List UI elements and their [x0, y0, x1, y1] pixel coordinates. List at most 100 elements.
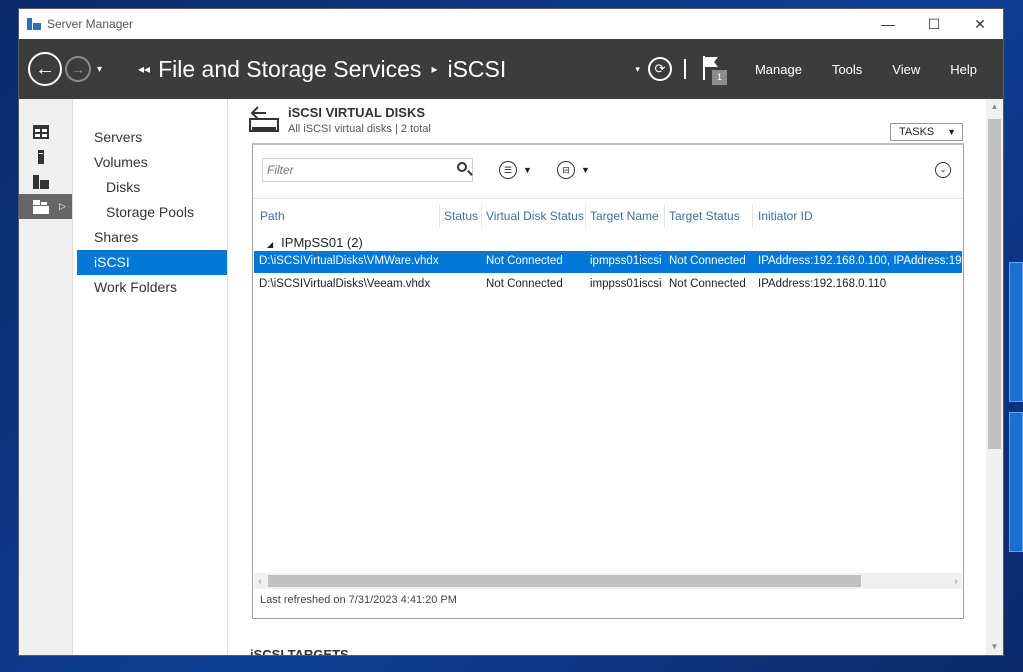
- header-actions: ▾ ⟳ 1 Manage Tools View Help: [635, 39, 1003, 99]
- table-row[interactable]: D:\iSCSIVirtualDisks\Veeam.vhdx Not Conn…: [254, 274, 962, 296]
- scrollbar-thumb[interactable]: [988, 119, 1001, 449]
- scroll-left-icon[interactable]: ‹: [254, 573, 266, 589]
- cell-target-name: imppss01iscsi: [590, 278, 662, 290]
- section-subtitle: All iSCSI virtual disks | 2 total: [288, 123, 431, 135]
- close-button[interactable]: ✕: [957, 9, 1003, 39]
- breadcrumb-separator-icon: ▸: [431, 62, 438, 76]
- save-query-icon: ⊟: [557, 161, 575, 179]
- column-headers: Path Status Virtual Disk Status Target N…: [253, 205, 963, 227]
- dashboard-icon: [33, 124, 49, 139]
- group-label: IPMpSS01 (2): [281, 235, 363, 250]
- table-row[interactable]: D:\iSCSIVirtualDisks\VMWare.vhdx Not Con…: [254, 251, 962, 273]
- list-options-icon: ☰: [499, 161, 517, 179]
- sidebar-item-all-servers[interactable]: [19, 169, 72, 194]
- nav-item-storage-pools[interactable]: Storage Pools: [77, 200, 227, 225]
- group-header[interactable]: ◢ IPMpSS01 (2): [267, 235, 363, 250]
- section-header: iSCSI VIRTUAL DISKS All iSCSI virtual di…: [248, 105, 431, 137]
- iscsi-disk-icon: [248, 105, 280, 137]
- cell-initiator-id: IPAddress:192.168.0.110: [758, 278, 887, 290]
- chevron-down-icon: ▼: [523, 165, 532, 175]
- forward-button[interactable]: →: [65, 56, 91, 82]
- section-title: iSCSI VIRTUAL DISKS: [288, 105, 426, 120]
- server-manager-app-icon: [27, 18, 41, 30]
- server-manager-window: Server Manager — ☐ ✕ ← → ▾ ◂◂ File and S…: [18, 8, 1004, 656]
- content-pane: iSCSI VIRTUAL DISKS All iSCSI virtual di…: [228, 99, 1003, 655]
- menu-tools[interactable]: Tools: [817, 62, 877, 77]
- scroll-down-icon[interactable]: ▼: [986, 639, 1003, 655]
- nav-item-iscsi[interactable]: iSCSI: [77, 250, 227, 275]
- breadcrumb-overflow-icon[interactable]: ◂◂: [138, 62, 150, 76]
- collapse-expand-icon[interactable]: ⌄: [935, 162, 951, 178]
- file-storage-nav: Servers Volumes Disks Storage Pools Shar…: [73, 99, 228, 655]
- last-refreshed-text: Last refreshed on 7/31/2023 4:41:20 PM: [260, 594, 457, 606]
- desktop-background-tile: [1009, 262, 1023, 402]
- back-button[interactable]: ←: [28, 52, 62, 86]
- sidebar-item-file-storage[interactable]: ▷: [19, 194, 72, 219]
- column-header-status[interactable]: Status: [444, 209, 478, 223]
- title-bar: Server Manager — ☐ ✕: [19, 9, 1003, 39]
- tasks-label: TASKS: [899, 126, 935, 138]
- column-header-target-status[interactable]: Target Status: [669, 209, 740, 223]
- notification-count-badge: 1: [711, 70, 727, 85]
- cell-target-name: ipmpss01iscsi: [590, 255, 662, 267]
- minimize-button[interactable]: —: [865, 9, 911, 39]
- column-divider: [664, 205, 665, 227]
- column-divider: [752, 205, 753, 227]
- cell-vdisk-status: Not Connected: [486, 278, 563, 290]
- refresh-dropdown-icon[interactable]: ▾: [635, 64, 640, 75]
- filter-toolbar: Filter ☰ ▼ ⊟ ▼ ⌄: [253, 145, 963, 199]
- maximize-button[interactable]: ☐: [911, 9, 957, 39]
- nav-item-shares[interactable]: Shares: [77, 225, 227, 250]
- column-header-target-name[interactable]: Target Name: [590, 209, 659, 223]
- menu-manage[interactable]: Manage: [740, 62, 817, 77]
- header-bar: ← → ▾ ◂◂ File and Storage Services ▸ iSC…: [19, 39, 1003, 99]
- notifications-flag-icon[interactable]: 1: [700, 54, 727, 85]
- sidebar-item-dashboard[interactable]: [19, 119, 72, 144]
- breadcrumb-iscsi[interactable]: iSCSI: [447, 56, 506, 83]
- targets-section-title: iSCSI TARGETS: [250, 647, 349, 656]
- vertical-scrollbar[interactable]: ▲ ▼: [986, 99, 1003, 655]
- cell-path: D:\iSCSIVirtualDisks\VMWare.vhdx: [259, 255, 439, 267]
- column-divider: [481, 205, 482, 227]
- scroll-up-icon[interactable]: ▲: [986, 99, 1003, 115]
- cell-target-status: Not Connected: [669, 278, 746, 290]
- local-server-icon: [33, 149, 49, 164]
- cell-target-status: Not Connected: [669, 255, 746, 267]
- column-header-initiator-id[interactable]: Initiator ID: [758, 209, 813, 223]
- menu-view[interactable]: View: [877, 62, 935, 77]
- scrollbar-thumb[interactable]: [268, 575, 861, 587]
- menu-help[interactable]: Help: [935, 62, 1003, 77]
- expand-arrow-icon: ▷: [59, 201, 66, 211]
- filter-input[interactable]: Filter: [262, 158, 473, 182]
- tasks-dropdown[interactable]: TASKS ▼: [890, 123, 963, 141]
- nav-item-work-folders[interactable]: Work Folders: [77, 275, 227, 300]
- nav-item-servers[interactable]: Servers: [77, 125, 227, 150]
- chevron-down-icon: ▼: [947, 127, 956, 137]
- virtual-disks-panel: Filter ☰ ▼ ⊟ ▼ ⌄ Path Status Virtual Dis…: [252, 143, 964, 619]
- column-header-path[interactable]: Path: [260, 209, 285, 223]
- nav-item-volumes[interactable]: Volumes: [77, 150, 227, 175]
- window-title: Server Manager: [47, 17, 134, 31]
- refresh-icon[interactable]: ⟳: [647, 57, 672, 81]
- nav-item-disks[interactable]: Disks: [77, 175, 227, 200]
- breadcrumb-file-storage[interactable]: File and Storage Services: [158, 56, 421, 83]
- search-icon[interactable]: [457, 162, 467, 172]
- cell-initiator-id: IPAddress:192.168.0.100, IPAddress:192.1: [758, 255, 962, 267]
- scroll-right-icon[interactable]: ›: [950, 573, 962, 589]
- cell-path: D:\iSCSIVirtualDisks\Veeam.vhdx: [259, 278, 431, 290]
- column-header-vdisk-status[interactable]: Virtual Disk Status: [486, 209, 584, 223]
- query-options-button[interactable]: ☰ ▼: [499, 161, 532, 179]
- breadcrumb: ◂◂ File and Storage Services ▸ iSCSI: [138, 56, 506, 83]
- main-body: ▷ Servers Volumes Disks Storage Pools Sh…: [19, 99, 1003, 655]
- collapse-triangle-icon[interactable]: ◢: [267, 240, 273, 249]
- horizontal-scrollbar[interactable]: ‹ ›: [254, 573, 962, 589]
- history-dropdown-icon[interactable]: ▾: [97, 64, 102, 75]
- cell-vdisk-status: Not Connected: [486, 255, 563, 267]
- file-storage-icon: [33, 199, 49, 214]
- chevron-down-icon: ▼: [581, 165, 590, 175]
- save-query-button[interactable]: ⊟ ▼: [557, 161, 590, 179]
- column-divider: [585, 205, 586, 227]
- sidebar-item-local-server[interactable]: [19, 144, 72, 169]
- icon-sidebar: ▷: [19, 99, 73, 655]
- column-divider: [439, 205, 440, 227]
